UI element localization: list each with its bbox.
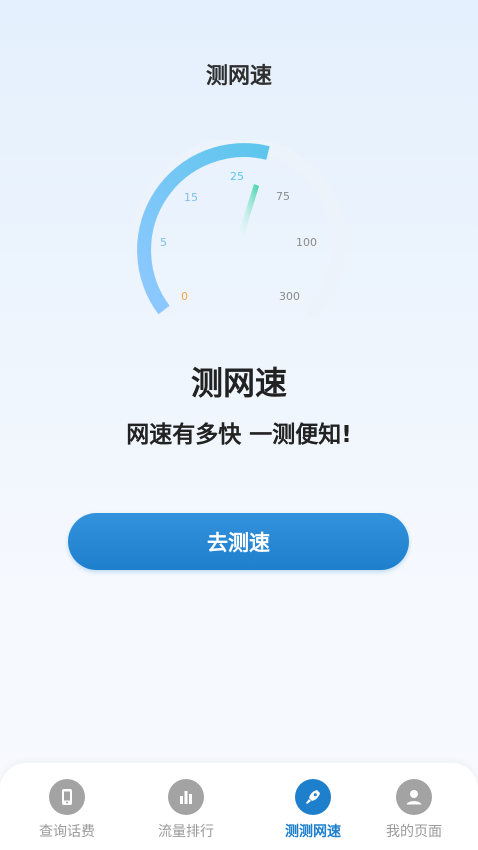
gauge-track xyxy=(132,140,346,317)
start-speed-test-button[interactable]: 去测速 xyxy=(68,513,409,570)
tab-query-bill[interactable]: 查询话费 xyxy=(17,779,117,843)
tab-traffic-ranking[interactable]: 流量排行 xyxy=(136,779,236,843)
speed-gauge: 0 5 15 25 75 100 300 xyxy=(128,140,350,330)
tick-label: 15 xyxy=(184,191,198,204)
phone-icon xyxy=(49,779,85,815)
hero-subtitle: 网速有多快 一测便知! xyxy=(126,422,352,448)
bottom-tab-bar: 查询话费 流量排行 测测网速 我的页面 xyxy=(0,763,478,850)
tab-label: 流量排行 xyxy=(158,824,214,840)
tick-label: 75 xyxy=(276,190,290,203)
tab-my-page[interactable]: 我的页面 xyxy=(364,779,464,843)
tab-label: 测测网速 xyxy=(285,824,341,840)
page-title: 测网速 xyxy=(205,64,272,89)
bar-chart-icon xyxy=(168,779,204,815)
tick-label: 5 xyxy=(160,236,167,249)
user-icon xyxy=(396,779,432,815)
tick-label: 0 xyxy=(181,290,188,303)
tab-label: 查询话费 xyxy=(39,824,95,840)
tab-label: 我的页面 xyxy=(386,824,442,840)
tick-label: 25 xyxy=(230,170,244,183)
hero-title: 测网速 xyxy=(190,364,287,402)
tick-label: 100 xyxy=(296,236,317,249)
tick-label: 300 xyxy=(279,290,300,303)
tab-speed-test[interactable]: 测测网速 xyxy=(263,779,363,843)
rocket-icon xyxy=(295,779,331,815)
gauge-needle xyxy=(236,184,259,242)
gauge-graphic: 0 5 15 25 75 100 300 xyxy=(132,140,346,317)
